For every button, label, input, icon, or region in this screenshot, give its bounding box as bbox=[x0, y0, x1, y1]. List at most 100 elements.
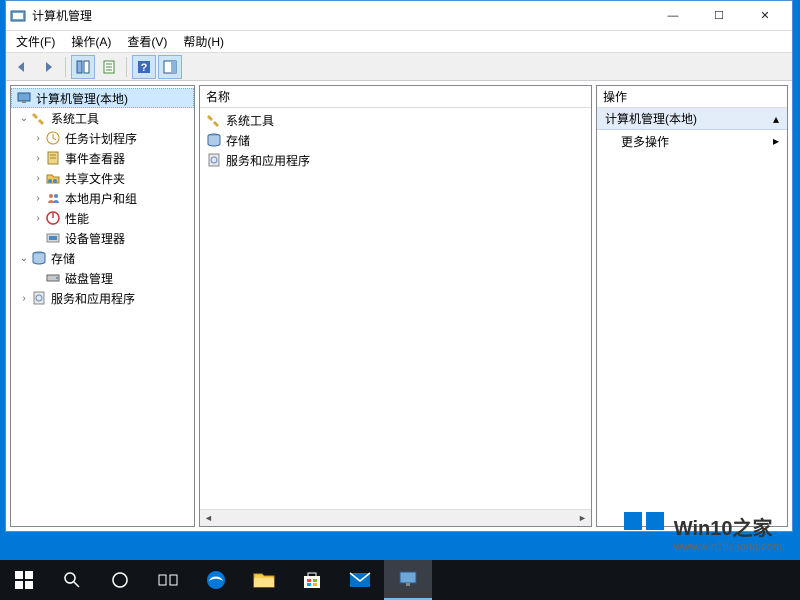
expander-open-icon[interactable]: ⌄ bbox=[17, 113, 31, 124]
list-body[interactable]: 系统工具 存储 服务和应用程序 bbox=[200, 108, 591, 509]
forward-button[interactable] bbox=[36, 55, 60, 79]
window-controls: — ☐ ✕ bbox=[650, 1, 788, 31]
tree-label: 磁盘管理 bbox=[65, 270, 113, 287]
list-column-header[interactable]: 名称 bbox=[200, 86, 591, 108]
list-item-storage[interactable]: 存储 bbox=[202, 130, 589, 150]
tree-root[interactable]: 计算机管理(本地) bbox=[11, 88, 194, 108]
tree-label: 存储 bbox=[51, 250, 75, 267]
show-hide-action-button[interactable] bbox=[158, 55, 182, 79]
expander-open-icon[interactable]: ⌄ bbox=[17, 253, 31, 264]
services-icon bbox=[206, 152, 222, 168]
storage-icon bbox=[206, 132, 222, 148]
edge-button[interactable] bbox=[192, 560, 240, 600]
list-item-services[interactable]: 服务和应用程序 bbox=[202, 150, 589, 170]
minimize-button[interactable]: — bbox=[650, 1, 696, 31]
computer-management-taskbar[interactable] bbox=[384, 560, 432, 600]
action-item-label: 更多操作 bbox=[621, 133, 669, 150]
tree-label: 设备管理器 bbox=[65, 230, 125, 247]
action-section[interactable]: 计算机管理(本地) ▴ bbox=[597, 108, 787, 130]
mail-button[interactable] bbox=[336, 560, 384, 600]
scroll-right-icon[interactable]: ► bbox=[574, 510, 591, 527]
tools-icon bbox=[31, 110, 47, 126]
list-panel: 名称 系统工具 存储 服务和应用程序 ◄ ► bbox=[199, 85, 592, 527]
tree-system-tools[interactable]: ⌄ 系统工具 bbox=[11, 108, 194, 128]
device-icon bbox=[45, 230, 61, 246]
expander-closed-icon[interactable]: › bbox=[31, 173, 45, 184]
app-icon bbox=[10, 8, 26, 24]
explorer-button[interactable] bbox=[240, 560, 288, 600]
column-name: 名称 bbox=[206, 88, 230, 105]
tree-services-apps[interactable]: › 服务和应用程序 bbox=[11, 288, 194, 308]
help-button[interactable]: ? bbox=[132, 55, 156, 79]
menubar: 文件(F) 操作(A) 查看(V) 帮助(H) bbox=[6, 31, 792, 53]
tree-disk-management[interactable]: 磁盘管理 bbox=[11, 268, 194, 288]
menu-help[interactable]: 帮助(H) bbox=[179, 31, 228, 52]
list-item-system-tools[interactable]: 系统工具 bbox=[202, 110, 589, 130]
users-icon bbox=[45, 190, 61, 206]
list-item-label: 系统工具 bbox=[226, 112, 274, 129]
action-header-label: 操作 bbox=[603, 88, 627, 105]
cortana-button[interactable] bbox=[96, 560, 144, 600]
menu-view[interactable]: 查看(V) bbox=[123, 31, 171, 52]
tree-label: 共享文件夹 bbox=[65, 170, 125, 187]
computer-management-window: 计算机管理 — ☐ ✕ 文件(F) 操作(A) 查看(V) 帮助(H) ? bbox=[5, 0, 793, 532]
shared-folder-icon bbox=[45, 170, 61, 186]
performance-icon bbox=[45, 210, 61, 226]
horizontal-scrollbar[interactable]: ◄ ► bbox=[200, 509, 591, 526]
clock-icon bbox=[45, 130, 61, 146]
show-hide-tree-button[interactable] bbox=[71, 55, 95, 79]
expander-closed-icon[interactable]: › bbox=[31, 213, 45, 224]
toolbar-separator bbox=[65, 57, 66, 77]
menu-file[interactable]: 文件(F) bbox=[12, 31, 59, 52]
svg-text:?: ? bbox=[141, 62, 148, 74]
task-view-button[interactable] bbox=[144, 560, 192, 600]
chevron-right-icon: ▸ bbox=[773, 134, 779, 148]
list-item-label: 服务和应用程序 bbox=[226, 152, 310, 169]
expander-closed-icon[interactable]: › bbox=[31, 133, 45, 144]
tree-label: 本地用户和组 bbox=[65, 190, 137, 207]
watermark-url: www.win10xitong.com bbox=[674, 541, 782, 553]
content-area: 计算机管理(本地) ⌄ 系统工具 › 任务计划程序 › 事件查看器 bbox=[6, 81, 792, 531]
tree-local-users[interactable]: › 本地用户和组 bbox=[11, 188, 194, 208]
scroll-left-icon[interactable]: ◄ bbox=[200, 510, 217, 527]
tools-icon bbox=[206, 112, 222, 128]
taskbar[interactable] bbox=[0, 560, 800, 600]
properties-button[interactable] bbox=[97, 55, 121, 79]
titlebar[interactable]: 计算机管理 — ☐ ✕ bbox=[6, 1, 792, 31]
expander-closed-icon[interactable]: › bbox=[31, 153, 45, 164]
tree-shared-folders[interactable]: › 共享文件夹 bbox=[11, 168, 194, 188]
expander-closed-icon[interactable]: › bbox=[31, 193, 45, 204]
tree-performance[interactable]: › 性能 bbox=[11, 208, 194, 228]
tree-label: 性能 bbox=[65, 210, 89, 227]
search-button[interactable] bbox=[48, 560, 96, 600]
computer-icon bbox=[16, 90, 32, 106]
windows-logo-icon bbox=[622, 510, 666, 554]
tree-device-manager[interactable]: 设备管理器 bbox=[11, 228, 194, 248]
tree-label: 事件查看器 bbox=[65, 150, 125, 167]
tree-panel[interactable]: 计算机管理(本地) ⌄ 系统工具 › 任务计划程序 › 事件查看器 bbox=[10, 85, 195, 527]
tree-event-viewer[interactable]: › 事件查看器 bbox=[11, 148, 194, 168]
menu-action[interactable]: 操作(A) bbox=[67, 31, 115, 52]
tree-label: 任务计划程序 bbox=[65, 130, 137, 147]
services-icon bbox=[31, 290, 47, 306]
action-more[interactable]: 更多操作 ▸ bbox=[597, 130, 787, 152]
back-button[interactable] bbox=[10, 55, 34, 79]
tree-task-scheduler[interactable]: › 任务计划程序 bbox=[11, 128, 194, 148]
action-header: 操作 bbox=[597, 86, 787, 108]
expander-closed-icon[interactable]: › bbox=[17, 293, 31, 304]
start-button[interactable] bbox=[0, 560, 48, 600]
store-button[interactable] bbox=[288, 560, 336, 600]
window-title: 计算机管理 bbox=[32, 7, 650, 24]
disk-icon bbox=[45, 270, 61, 286]
tree-storage[interactable]: ⌄ 存储 bbox=[11, 248, 194, 268]
toolbar: ? bbox=[6, 53, 792, 81]
list-item-label: 存储 bbox=[226, 132, 250, 149]
action-section-title: 计算机管理(本地) bbox=[605, 110, 697, 127]
tree-label: 服务和应用程序 bbox=[51, 290, 135, 307]
close-button[interactable]: ✕ bbox=[742, 1, 788, 31]
tree-label: 系统工具 bbox=[51, 110, 99, 127]
maximize-button[interactable]: ☐ bbox=[696, 1, 742, 31]
collapse-icon[interactable]: ▴ bbox=[773, 112, 779, 126]
action-panel: 操作 计算机管理(本地) ▴ 更多操作 ▸ bbox=[596, 85, 788, 527]
storage-icon bbox=[31, 250, 47, 266]
